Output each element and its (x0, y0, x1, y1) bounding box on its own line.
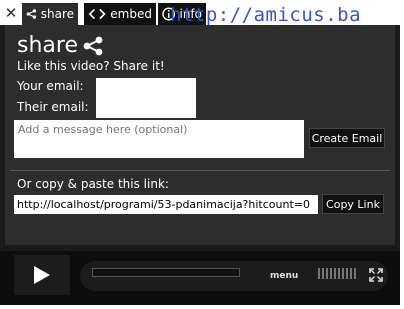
progress-bar[interactable] (92, 268, 240, 277)
code-icon (88, 8, 106, 20)
volume-icon[interactable] (318, 268, 356, 279)
your-email-field[interactable] (96, 78, 196, 96)
tab-share-label: share (40, 7, 74, 21)
tab-bar: ✕ share embed info http://amicus.ba (0, 0, 400, 26)
their-email-label: Their email: (17, 100, 89, 114)
play-icon (34, 266, 50, 284)
menu-button[interactable]: menu (270, 271, 298, 281)
copy-link-button[interactable]: Copy Link (322, 194, 384, 214)
create-email-button[interactable]: Create Email (309, 128, 385, 148)
share-panel: share Like this video? Share it! Your em… (5, 25, 395, 245)
their-email-field[interactable] (96, 96, 196, 118)
play-button[interactable] (14, 255, 70, 295)
share-heading: share (17, 33, 104, 58)
fullscreen-icon[interactable] (369, 268, 383, 282)
close-icon[interactable]: ✕ (3, 5, 19, 21)
copy-link-label: Or copy & paste this link: (17, 177, 169, 191)
link-field[interactable] (14, 195, 318, 214)
tab-embed[interactable]: embed (84, 3, 156, 25)
video-player: ✕ share embed info http://amicus.ba shar… (0, 0, 400, 305)
share-icon (26, 9, 37, 19)
message-field[interactable] (14, 120, 304, 158)
your-email-label: Your email: (17, 79, 84, 93)
share-icon (83, 36, 103, 55)
divider (10, 170, 390, 171)
watermark-url: http://amicus.ba (170, 4, 362, 26)
tab-share[interactable]: share (22, 3, 78, 25)
share-heading-text: share (17, 33, 78, 58)
tab-embed-label: embed (110, 7, 152, 21)
share-subtitle: Like this video? Share it! (17, 59, 165, 73)
